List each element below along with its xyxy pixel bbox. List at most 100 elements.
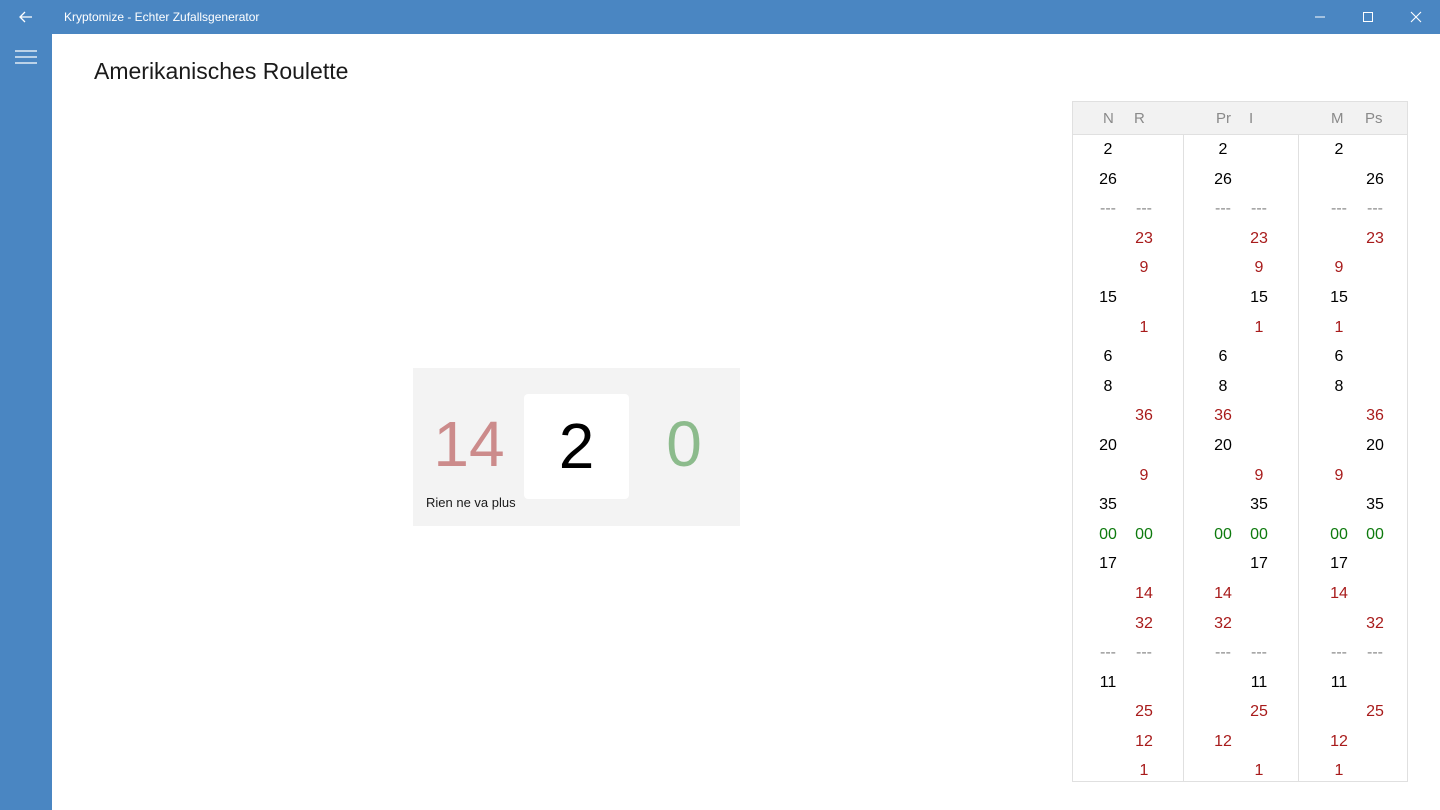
- minimize-button[interactable]: [1296, 0, 1344, 34]
- history-cell: 23: [1135, 229, 1153, 247]
- history-cell: [1360, 253, 1390, 283]
- history-cell: [1244, 135, 1274, 165]
- history-cell: 23: [1366, 229, 1384, 247]
- history-cell: 2: [1218, 141, 1228, 158]
- history-cell: 8: [1334, 377, 1344, 395]
- navigation-pane: [0, 34, 52, 810]
- history-cell: ---: [1136, 644, 1152, 662]
- window-title: Kryptomize - Echter Zufallsgenerator: [64, 10, 260, 24]
- history-rows: 2 2 2 26 26 26 --- --- --- --- --- --- 23 23 23 9 9 9 15 15…: [1073, 135, 1407, 786]
- history-cell: [1093, 401, 1123, 431]
- history-row: 9 9 9: [1073, 253, 1407, 283]
- hamburger-menu-icon: [15, 50, 37, 64]
- history-cell: [1093, 253, 1123, 283]
- history-cell: 9: [1139, 259, 1149, 277]
- history-cell: ---: [1251, 200, 1267, 218]
- history-cell: 35: [1366, 496, 1384, 514]
- history-cell: [1093, 579, 1123, 609]
- history-cell: [1129, 490, 1159, 520]
- header-pr: Pr: [1216, 110, 1231, 127]
- history-cell: [1129, 668, 1159, 698]
- history-cell: 8: [1218, 377, 1228, 395]
- history-cell: [1244, 431, 1274, 461]
- history-cell: [1324, 224, 1354, 254]
- history-row: 1 1 1: [1073, 756, 1407, 786]
- history-cell: 25: [1250, 703, 1268, 721]
- history-cell: 26: [1099, 170, 1117, 188]
- current-number: 2: [558, 410, 595, 482]
- history-cell: 00: [1330, 525, 1348, 543]
- history-header: N R Pr I M Ps: [1073, 102, 1407, 135]
- history-row: 15 15 15: [1073, 283, 1407, 313]
- history-cell: [1360, 135, 1390, 165]
- history-cell: [1129, 135, 1159, 165]
- history-row: --- --- --- --- --- ---: [1073, 194, 1407, 224]
- header-r: R: [1134, 110, 1145, 127]
- status-text: Rien ne va plus: [426, 495, 516, 510]
- page-title: Amerikanisches Roulette: [94, 58, 349, 84]
- history-cell: 35: [1250, 496, 1268, 514]
- history-cell: 26: [1214, 170, 1232, 188]
- history-cell: [1324, 490, 1354, 520]
- history-row: 17 17 17: [1073, 549, 1407, 579]
- history-cell: [1093, 461, 1123, 491]
- history-cell: [1360, 579, 1390, 609]
- history-row: 11 11 11: [1073, 668, 1407, 698]
- next-number: 0: [666, 408, 702, 480]
- history-cell: [1360, 756, 1390, 786]
- history-row: 26 26 26: [1073, 165, 1407, 195]
- history-cell: [1208, 697, 1238, 727]
- history-cell: 8: [1103, 377, 1113, 395]
- history-cell: [1324, 165, 1354, 195]
- history-cell: 32: [1135, 614, 1153, 632]
- history-cell: [1208, 224, 1238, 254]
- history-cell: [1129, 342, 1159, 372]
- history-table: N R Pr I M Ps 2 2 2 26 26 26 --- --- --- --- --- --…: [1072, 101, 1408, 782]
- history-cell: [1324, 697, 1354, 727]
- history-cell: 12: [1135, 732, 1153, 750]
- history-cell: 1: [1139, 318, 1149, 336]
- history-cell: 1: [1334, 318, 1344, 336]
- history-row: 6 6 6: [1073, 342, 1407, 372]
- history-cell: 11: [1250, 673, 1268, 691]
- close-button[interactable]: [1392, 0, 1440, 34]
- history-row: 2 2 2: [1073, 135, 1407, 165]
- history-row: 32 32 32: [1073, 609, 1407, 639]
- history-cell: 14: [1330, 584, 1348, 602]
- previous-number: 14: [433, 408, 505, 480]
- history-cell: [1129, 549, 1159, 579]
- history-cell: 17: [1099, 555, 1117, 573]
- history-cell: ---: [1215, 200, 1231, 218]
- header-i: I: [1249, 110, 1254, 127]
- history-cell: 20: [1099, 436, 1117, 454]
- history-cell: ---: [1100, 644, 1116, 662]
- history-cell: [1360, 461, 1390, 491]
- history-cell: 9: [1139, 466, 1149, 484]
- history-cell: [1208, 756, 1238, 786]
- history-cell: 2: [1103, 141, 1113, 158]
- history-cell: 00: [1214, 525, 1232, 543]
- history-cell: [1244, 342, 1274, 372]
- history-cell: 1: [1139, 762, 1149, 780]
- back-button[interactable]: [0, 0, 52, 34]
- hamburger-menu-button[interactable]: [0, 40, 52, 74]
- history-cell: 9: [1334, 466, 1344, 484]
- history-cell: [1208, 490, 1238, 520]
- history-cell: ---: [1367, 200, 1383, 218]
- history-cell: 6: [1103, 348, 1113, 366]
- history-cell: 20: [1214, 436, 1232, 454]
- history-cell: 11: [1330, 673, 1348, 691]
- history-cell: [1129, 165, 1159, 195]
- history-cell: ---: [1215, 644, 1231, 662]
- history-cell: [1324, 431, 1354, 461]
- history-cell: 15: [1250, 288, 1268, 306]
- history-cell: 6: [1334, 348, 1344, 366]
- history-cell: 9: [1254, 259, 1264, 277]
- history-cell: 00: [1135, 525, 1153, 543]
- history-cell: [1324, 609, 1354, 639]
- back-arrow-icon: [19, 11, 32, 23]
- maximize-button[interactable]: [1344, 0, 1392, 34]
- history-cell: 25: [1135, 703, 1153, 721]
- history-cell: [1208, 549, 1238, 579]
- history-cell: 00: [1250, 525, 1268, 543]
